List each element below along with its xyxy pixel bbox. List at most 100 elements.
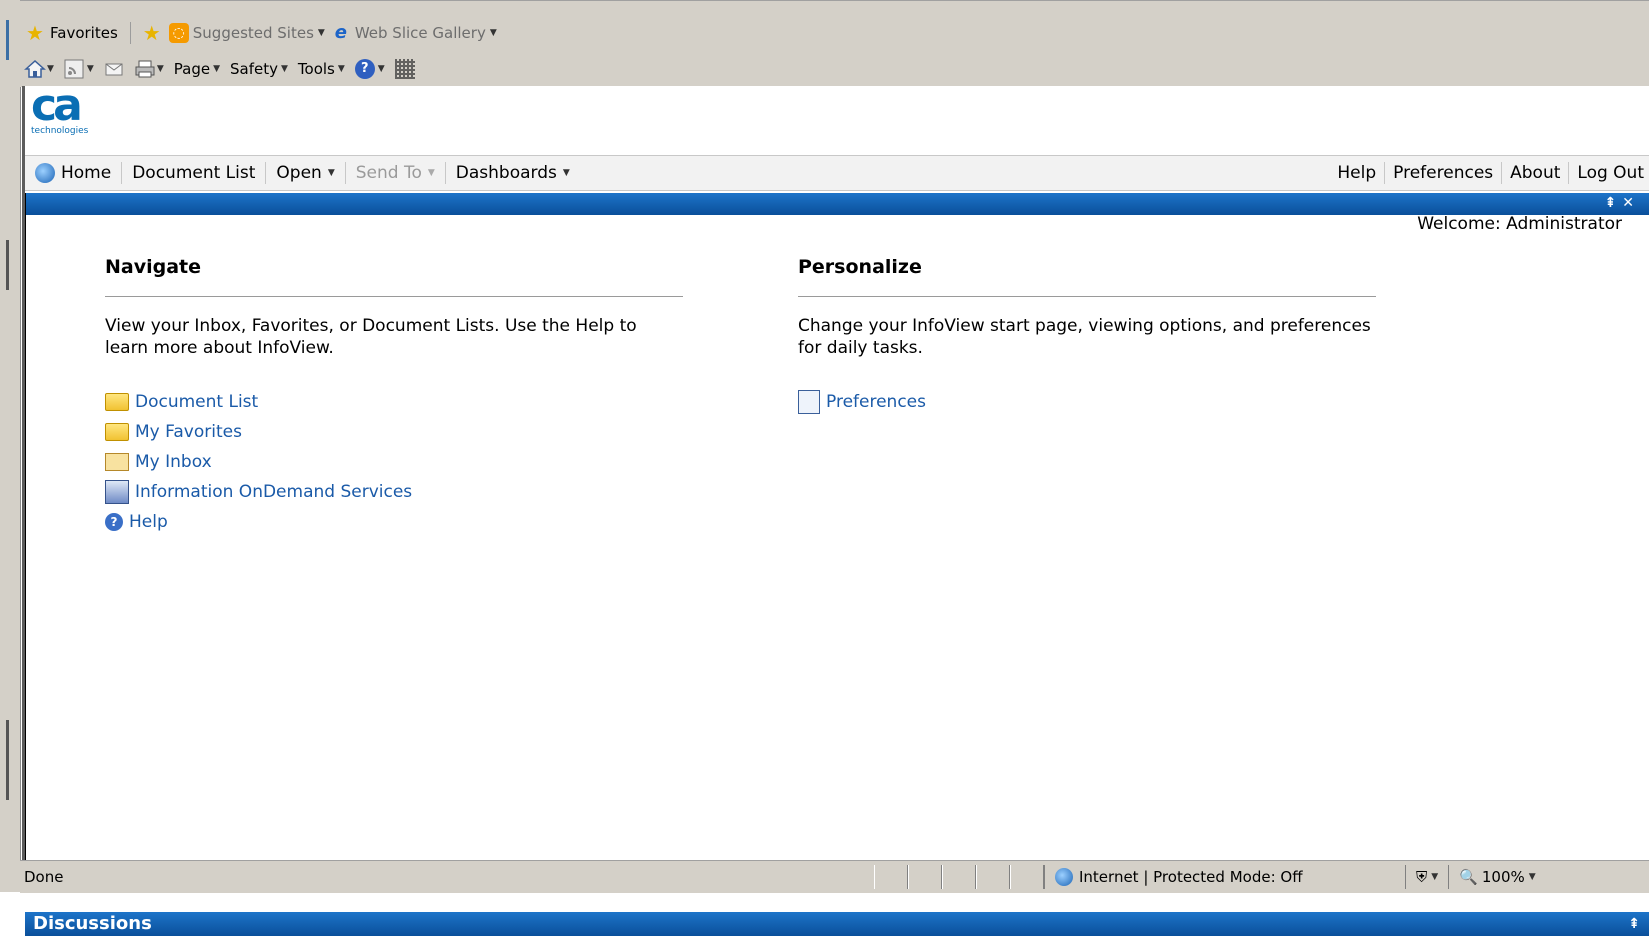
tools-menu-button[interactable]: Tools ▼ (298, 60, 345, 78)
chevron-down-icon: ▼ (377, 64, 385, 74)
link-my-favorites[interactable]: My Favorites (105, 417, 683, 447)
nav-open-label: Open (276, 163, 322, 183)
house-icon (24, 59, 46, 79)
safety-menu-button[interactable]: Safety ▼ (230, 60, 288, 78)
nav-open-menu[interactable]: Open ▼ (266, 162, 346, 184)
ie-icon: e (334, 22, 347, 43)
nav-document-list[interactable]: Document List (122, 162, 267, 184)
discussions-bar[interactable]: Discussions ⇞ (25, 912, 1649, 936)
personalize-panel: Personalize Change your InfoView start p… (798, 256, 1376, 417)
link-label: Information OnDemand Services (135, 482, 413, 502)
nav-dashboards-menu[interactable]: Dashboards ▼ (446, 162, 580, 184)
edge-mark (6, 240, 9, 290)
link-my-inbox[interactable]: My Inbox (105, 447, 683, 477)
page-menu-label: Page (173, 60, 211, 78)
edge-mark (6, 20, 9, 60)
edge-mark (6, 720, 9, 800)
status-cell (874, 865, 908, 889)
personalize-links: Preferences (798, 387, 1376, 417)
personalize-title: Personalize (798, 256, 922, 278)
link-help[interactable]: ? Help (105, 507, 683, 537)
print-button[interactable]: ▼ (134, 59, 164, 79)
star-icon: ★ (26, 21, 44, 45)
printer-icon (134, 59, 155, 79)
status-cell (942, 865, 976, 889)
left-window-edge (0, 0, 21, 892)
workspace-header-bar: ⇞✕ (25, 193, 1649, 215)
chevron-down-icon: ▼ (281, 64, 288, 74)
close-icon[interactable]: ✕ (1622, 195, 1640, 211)
magnifier-icon: 🔍 (1459, 868, 1478, 886)
folder-icon (105, 393, 129, 411)
divider (105, 296, 683, 297)
status-cell (1010, 865, 1044, 889)
globe-icon (1055, 868, 1073, 886)
chevron-down-icon: ▼ (86, 64, 94, 74)
preferences-icon (798, 390, 820, 414)
command-bar: ▼ ▼ ▼ Page ▼ Safety ▼ Tools ▼ ? ▼ (24, 55, 415, 83)
nav-preferences[interactable]: Preferences (1384, 162, 1501, 184)
web-slice-gallery-button[interactable]: e Web Slice Gallery ▼ (331, 23, 497, 43)
zoom-button[interactable]: 🔍 100% ▼ (1448, 865, 1546, 889)
link-ondemand-services[interactable]: Information OnDemand Services (105, 477, 683, 507)
welcome-message: Welcome: Administrator (1417, 214, 1622, 234)
safety-menu-label: Safety (230, 60, 278, 78)
help-menu-button[interactable]: ? ▼ (354, 59, 385, 79)
protected-mode-button[interactable]: ⛨ ▼ (1405, 865, 1448, 889)
nav-document-list-label: Document List (132, 163, 256, 183)
nav-logout[interactable]: Log Out (1568, 162, 1649, 184)
chevron-down-icon: ▼ (427, 168, 435, 178)
browser-status-bar: Done Internet | Protected Mode: Off ⛨ ▼ … (20, 860, 1649, 893)
chevron-down-icon: ▼ (489, 28, 497, 38)
welcome-label: Welcome: (1417, 214, 1501, 234)
suggested-sites-label: Suggested Sites (192, 24, 314, 42)
navigate-description: View your Inbox, Favorites, or Document … (105, 316, 637, 358)
discussions-title: Discussions (33, 913, 152, 934)
nav-left-group: Home Document List Open ▼ Send To ▼ Dash… (25, 156, 580, 190)
suggested-sites-icon: ◌ (168, 23, 189, 43)
pin-icon[interactable]: ⇞ (1605, 195, 1623, 211)
navigate-panel: Navigate View your Inbox, Favorites, or … (105, 256, 683, 537)
main-navigation-bar: Home Document List Open ▼ Send To ▼ Dash… (25, 155, 1649, 191)
research-icon[interactable] (394, 59, 415, 79)
link-label: My Favorites (135, 422, 242, 442)
welcome-user: Administrator (1506, 214, 1622, 234)
nav-help[interactable]: Help (1329, 162, 1384, 184)
navigate-links: Document List My Favorites My Inbox Info… (105, 387, 683, 537)
favorites-button[interactable]: ★ Favorites (26, 23, 118, 43)
inbox-icon (105, 453, 129, 471)
home-page-button[interactable]: ▼ (24, 59, 54, 79)
zone-text: Internet | Protected Mode: Off (1079, 868, 1303, 886)
browser-toolbar-area: ★ Favorites ★ ◌ Suggested Sites ▼ e Web … (20, 0, 1649, 87)
chevron-down-icon: ▼ (337, 64, 345, 74)
link-label: Preferences (826, 392, 926, 412)
feeds-button[interactable]: ▼ (64, 59, 94, 79)
chevron-down-icon: ▼ (213, 64, 221, 74)
pin-icon[interactable]: ⇞ (1628, 912, 1640, 936)
favorites-folder-icon (105, 423, 129, 441)
help-icon: ? (105, 513, 123, 531)
link-label: My Inbox (135, 452, 212, 472)
chevron-down-icon: ▼ (156, 64, 164, 74)
page-menu-button[interactable]: Page ▼ (174, 60, 220, 78)
suggested-sites-button[interactable]: ◌ Suggested Sites ▼ (168, 23, 325, 43)
help-icon: ? (354, 59, 375, 79)
security-zone[interactable]: Internet | Protected Mode: Off (1044, 865, 1405, 889)
nav-about[interactable]: About (1501, 162, 1568, 184)
ca-technologies-logo: ca technologies (31, 84, 111, 140)
nav-about-label: About (1510, 163, 1561, 183)
link-document-list[interactable]: Document List (105, 387, 683, 417)
nav-help-label: Help (1337, 163, 1377, 183)
nav-right-group: Help Preferences About Log Out (1329, 156, 1649, 190)
nav-home[interactable]: Home (25, 162, 123, 184)
chevron-down-icon: ▼ (327, 168, 335, 178)
status-cell (908, 865, 942, 889)
status-text: Done (24, 868, 64, 886)
nav-send-to-menu[interactable]: Send To ▼ (346, 162, 446, 184)
favorites-label: Favorites (50, 24, 118, 42)
add-favorite-icon[interactable]: ★ (143, 23, 163, 43)
divider (798, 296, 1376, 297)
link-preferences[interactable]: Preferences (798, 387, 1376, 417)
status-cell (976, 865, 1010, 889)
mail-icon[interactable] (104, 59, 124, 79)
